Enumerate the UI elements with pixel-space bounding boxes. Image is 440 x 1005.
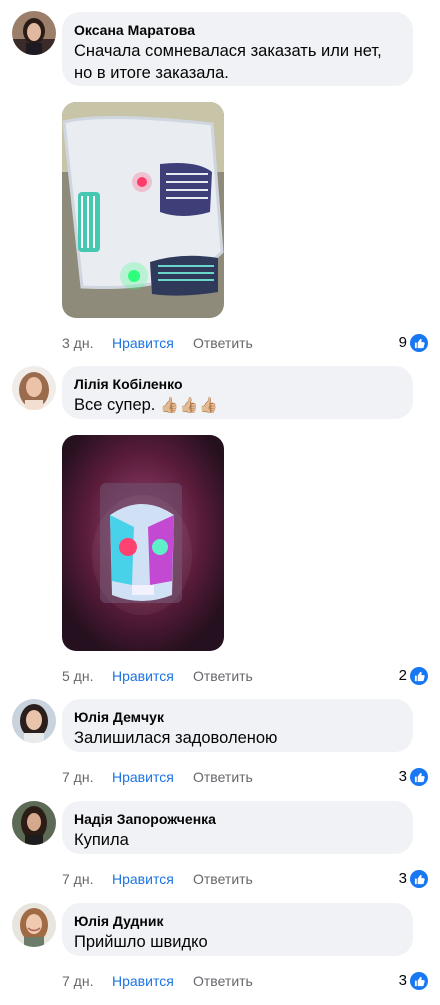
comment-actions: 7 дн. Нравится Ответить 3 [62,869,428,889]
avatar[interactable] [12,801,56,845]
comment-author[interactable]: Надія Запорожченка [74,810,401,828]
thumbs-up-icon [410,972,428,990]
reaction-count[interactable]: 9 [399,333,428,353]
comment-time[interactable]: 7 дн. [62,767,93,787]
avatar[interactable] [12,903,56,947]
reaction-count[interactable]: 3 [399,869,428,889]
comment-text: Прийшло швидко [74,933,208,951]
reaction-count-value: 3 [398,768,407,785]
comment-author[interactable]: Лілія Кобіленко [74,375,401,393]
comment-bubble: Надія Запорожченка Купила [62,801,413,854]
comment-actions: 3 дн. Нравится Ответить 9 [62,333,428,353]
comment-actions: 5 дн. Нравится Ответить 2 [62,666,428,686]
comment-author[interactable]: Юлія Демчук [74,708,401,726]
comment-author[interactable]: Оксана Маратова [74,21,401,39]
like-link[interactable]: Нравится [112,869,174,889]
comment-text-content: Все супер. [74,396,156,414]
like-link[interactable]: Нравится [112,333,174,353]
comment-bubble: Оксана Маратова Сначала сомневалася зака… [62,12,413,86]
comment-time[interactable]: 3 дн. [62,333,93,353]
comment-bubble: Юлія Демчук Залишилася задоволеною [62,699,413,752]
like-link[interactable]: Нравится [112,666,174,686]
reaction-count[interactable]: 3 [399,971,428,991]
comment-text: Все супер. 👍🏼👍🏼👍🏼 [74,394,401,417]
thumbs-up-icon [410,870,428,888]
avatar[interactable] [12,699,56,743]
comment-photo[interactable] [62,435,224,651]
thumbs-up-icon [410,768,428,786]
comment-bubble: Юлія Дудник Прийшло швидко [62,903,413,956]
reaction-count-value: 2 [398,667,407,684]
thumbs-up-icon [410,334,428,352]
like-link[interactable]: Нравится [112,767,174,787]
comment-text: Купила [74,831,129,849]
reply-link[interactable]: Ответить [193,333,253,353]
comment-author[interactable]: Юлія Дудник [74,912,401,930]
like-link[interactable]: Нравится [112,971,174,991]
thumbs-up-icon [410,667,428,685]
comment-photo[interactable] [62,102,224,318]
comment-text: Сначала сомневалася заказать или нет, но… [74,42,382,82]
comment-bubble: Лілія Кобіленко Все супер. 👍🏼👍🏼👍🏼 [62,366,413,419]
thumbs-up-emoji: 👍🏼👍🏼👍🏼 [159,397,220,414]
comment-text: Залишилася задоволеною [74,729,278,747]
reaction-count-value: 3 [398,972,407,989]
reply-link[interactable]: Ответить [193,767,253,787]
reaction-count[interactable]: 2 [399,666,428,686]
reaction-count[interactable]: 3 [399,767,428,787]
comment-time[interactable]: 5 дн. [62,666,93,686]
reply-link[interactable]: Ответить [193,666,253,686]
avatar[interactable] [12,11,56,55]
avatar[interactable] [12,366,56,410]
comment-time[interactable]: 7 дн. [62,971,93,991]
comment-time[interactable]: 7 дн. [62,869,93,889]
reaction-count-value: 3 [398,870,407,887]
reaction-count-value: 9 [398,334,407,351]
comment-actions: 7 дн. Нравится Ответить 3 [62,971,428,991]
reply-link[interactable]: Ответить [193,869,253,889]
comment-actions: 7 дн. Нравится Ответить 3 [62,767,428,787]
reply-link[interactable]: Ответить [193,971,253,991]
